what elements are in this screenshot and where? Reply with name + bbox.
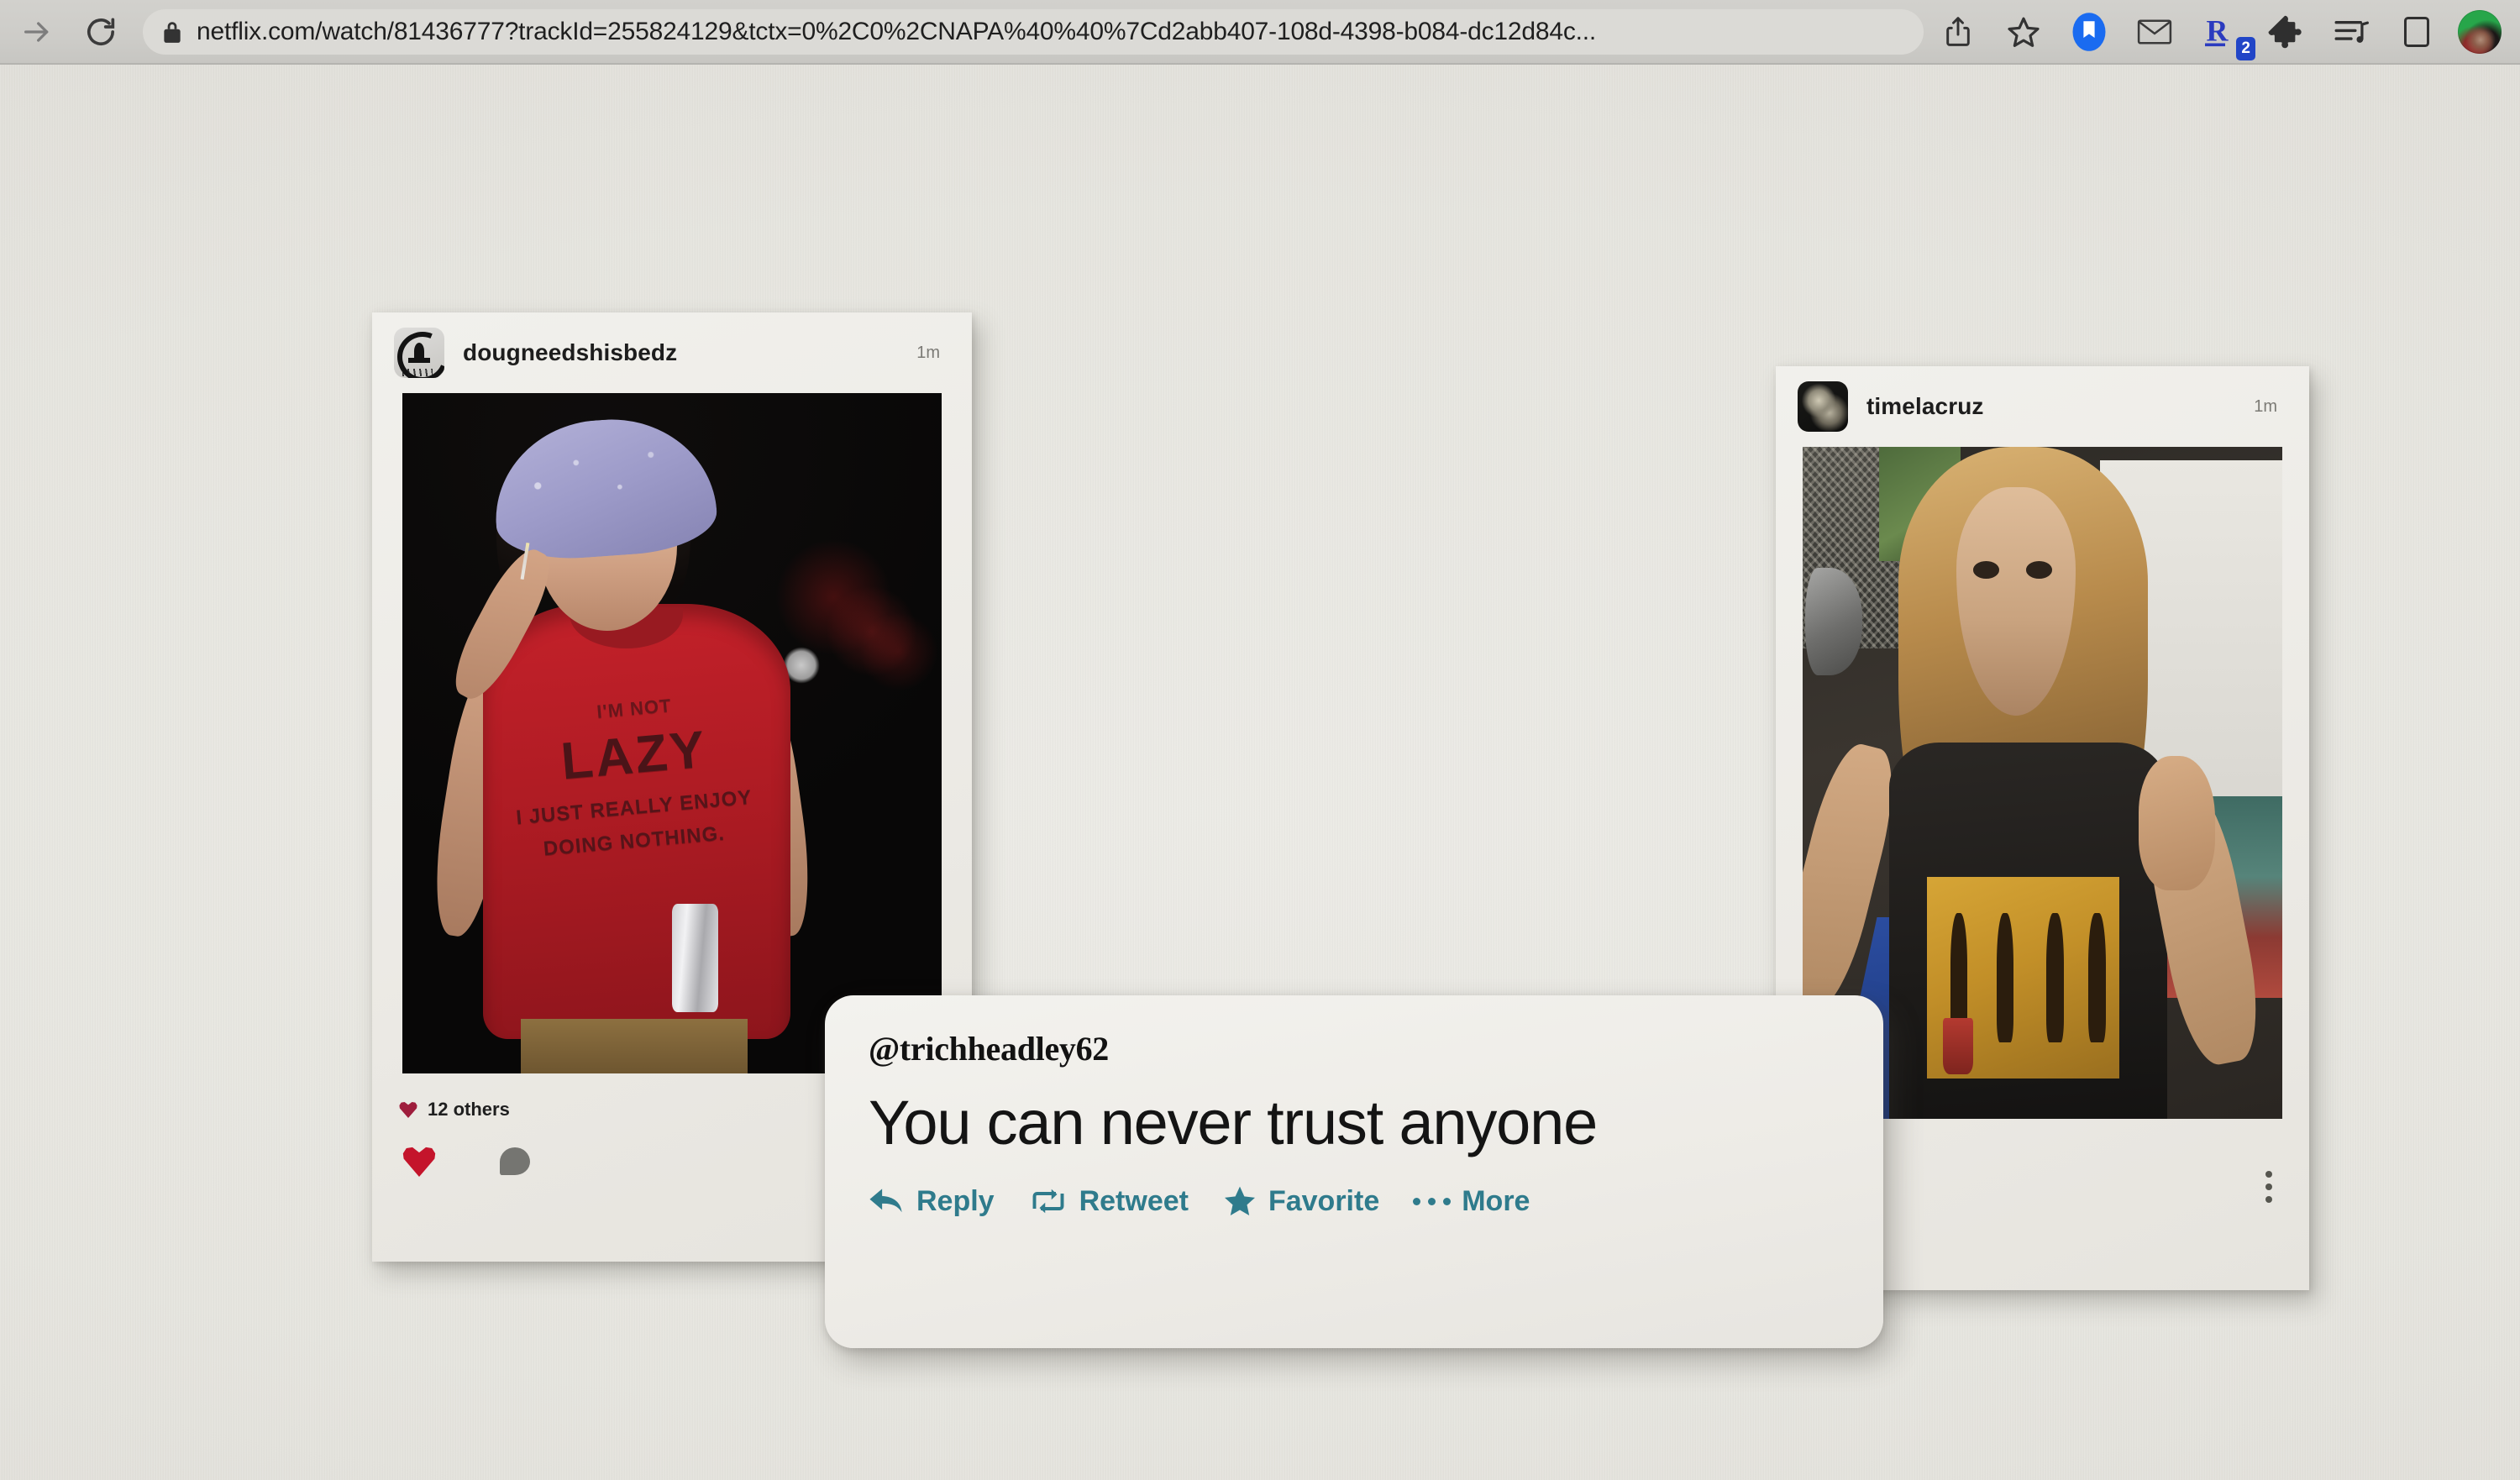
reader-icon[interactable]: R 2 bbox=[2187, 7, 2255, 60]
favorite-button[interactable]: Favorite bbox=[1222, 1184, 1379, 1218]
lock-icon bbox=[161, 19, 183, 45]
comment-bubble-icon[interactable] bbox=[500, 1147, 530, 1175]
forward-arrow-icon[interactable] bbox=[13, 8, 60, 55]
url-text: netflix.com/watch/81436777?trackId=25582… bbox=[197, 17, 1597, 45]
playlist-icon[interactable] bbox=[2318, 7, 2384, 57]
like-heart-icon[interactable] bbox=[402, 1147, 436, 1177]
reader-badge: 2 bbox=[2236, 36, 2255, 60]
retweet-icon bbox=[1028, 1186, 1068, 1216]
browser-toolbar: netflix.com/watch/81436777?trackId=25582… bbox=[0, 0, 2520, 65]
reload-icon[interactable] bbox=[77, 8, 124, 55]
tweet-handle[interactable]: @trichheadley62 bbox=[869, 1029, 1840, 1068]
screenshot-root: netflix.com/watch/81436777?trackId=25582… bbox=[0, 0, 2520, 1480]
more-label: More bbox=[1462, 1184, 1530, 1217]
tweet-card[interactable]: @trichheadley62 You can never trust anyo… bbox=[825, 995, 1883, 1348]
post-header: dougneedshisbedz 1m bbox=[372, 312, 972, 393]
pocket-icon[interactable] bbox=[2056, 7, 2122, 57]
post-username[interactable]: timelacruz bbox=[1866, 393, 1984, 420]
retweet-label: Retweet bbox=[1079, 1184, 1189, 1217]
tweet-text: You can never trust anyone bbox=[869, 1088, 1598, 1157]
reply-arrow-icon bbox=[869, 1186, 906, 1216]
share-icon[interactable] bbox=[1925, 7, 1991, 57]
heart-icon bbox=[399, 1102, 417, 1118]
favorite-label: Favorite bbox=[1268, 1184, 1380, 1217]
star-icon[interactable] bbox=[1991, 7, 2056, 57]
buddha-logo-avatar[interactable] bbox=[394, 328, 444, 378]
sidebar-icon[interactable] bbox=[2384, 7, 2449, 57]
reply-label: Reply bbox=[916, 1184, 995, 1217]
address-bar[interactable]: netflix.com/watch/81436777?trackId=25582… bbox=[143, 8, 1924, 55]
likes-count-label: 12 others bbox=[428, 1099, 510, 1120]
post-timestamp: 1m bbox=[916, 343, 940, 362]
puzzle-piece-icon[interactable] bbox=[2253, 7, 2318, 57]
reply-button[interactable]: Reply bbox=[869, 1185, 995, 1218]
ellipsis-icon bbox=[1413, 1197, 1452, 1205]
profile-avatar[interactable] bbox=[2458, 9, 2502, 54]
post-header: timelacruz 1m bbox=[1776, 366, 2309, 447]
more-button[interactable]: More bbox=[1413, 1185, 1530, 1218]
tweet-actions: Reply Retweet Favorite More bbox=[869, 1184, 1840, 1218]
browser-actions: R 2 bbox=[1925, 7, 2520, 60]
more-options-icon[interactable] bbox=[2265, 1170, 2272, 1203]
dark-photo-avatar[interactable] bbox=[1798, 381, 1848, 432]
mail-icon[interactable] bbox=[2122, 7, 2187, 57]
star-icon bbox=[1222, 1184, 1257, 1218]
post-photo[interactable]: I'M NOT LAZY I JUST REALLY ENJOY DOING N… bbox=[402, 393, 942, 1073]
post-timestamp: 1m bbox=[2254, 396, 2277, 416]
retweet-button[interactable]: Retweet bbox=[1028, 1185, 1189, 1218]
svg-text:R: R bbox=[2207, 14, 2229, 48]
post-username[interactable]: dougneedshisbedz bbox=[463, 339, 677, 366]
